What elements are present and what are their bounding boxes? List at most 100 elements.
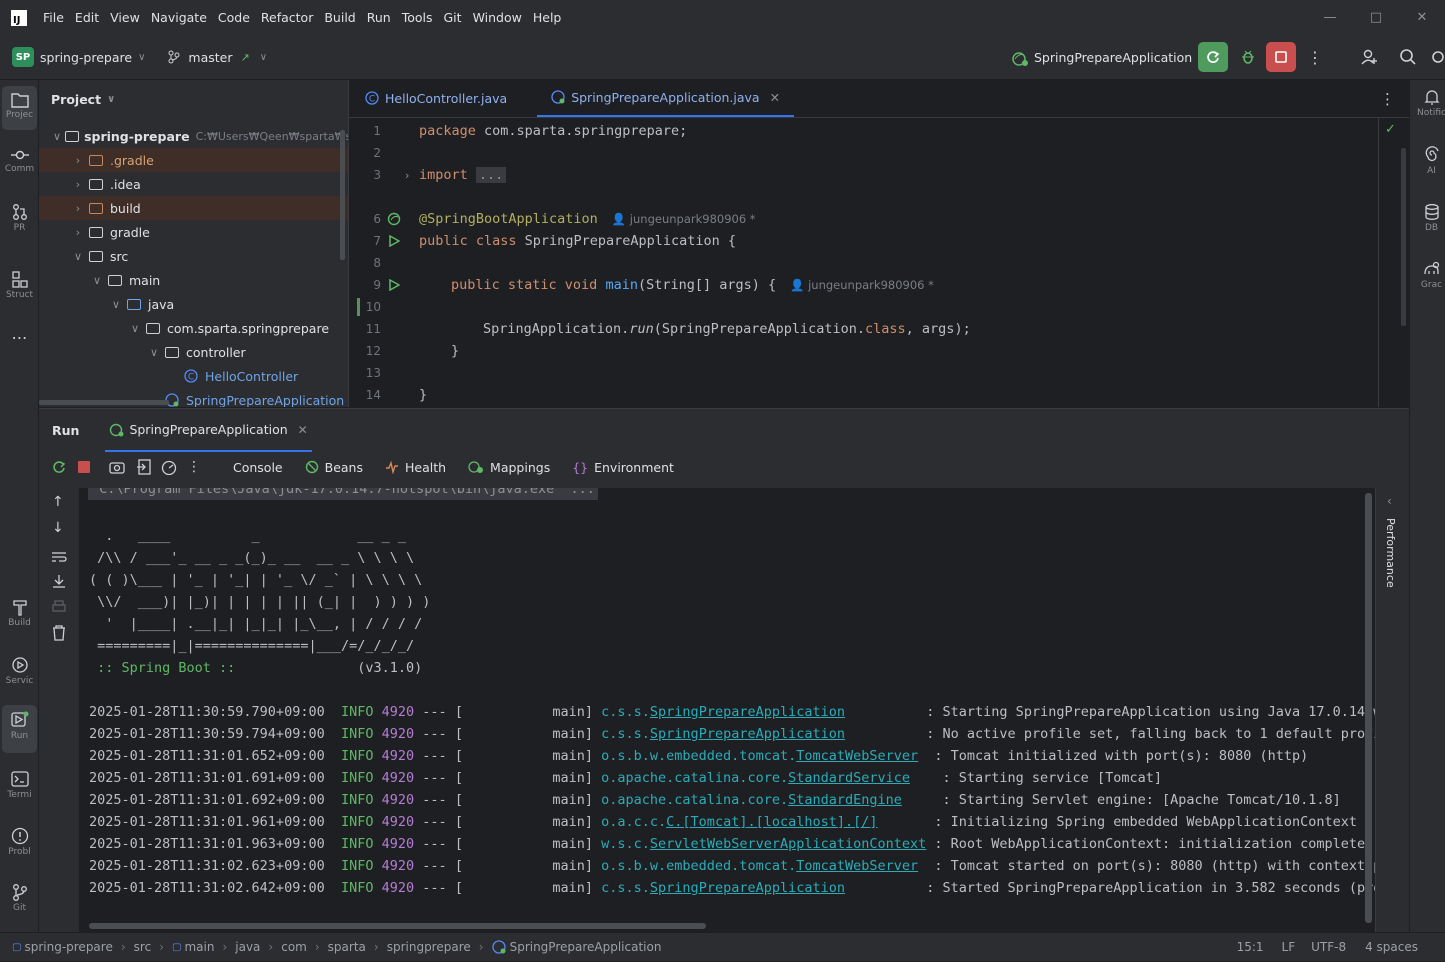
tree-item-root[interactable]: ∨ spring-prepare C:₩Users₩Qeen₩sparta₩sp… xyxy=(39,124,348,148)
dashboard-icon[interactable] xyxy=(161,459,177,475)
tab-health[interactable]: Health xyxy=(385,460,446,475)
tool-structure[interactable]: Struct xyxy=(2,270,37,300)
tool-notifications[interactable]: Notific xyxy=(1414,88,1445,118)
code-line[interactable]: 1 package com.sparta.springprepare; xyxy=(349,120,1389,142)
tree-item-package[interactable]: ∨ com.sparta.springprepare xyxy=(39,316,348,340)
project-name[interactable]: spring-prepare xyxy=(40,50,132,65)
exit-icon[interactable] xyxy=(136,459,152,475)
chevron-right-icon[interactable]: › xyxy=(71,154,85,167)
close-tab-icon[interactable]: ✕ xyxy=(298,423,308,437)
breadcrumb-item[interactable]: main xyxy=(184,940,214,954)
tab-options-icon[interactable]: ⋮ xyxy=(1380,90,1395,108)
code-line[interactable]: 13 xyxy=(349,362,1389,384)
stop-button[interactable] xyxy=(1266,42,1296,72)
tool-database[interactable]: DB xyxy=(1414,203,1445,233)
arrow-down-icon[interactable]: ↓ xyxy=(52,520,64,536)
menu-file[interactable]: File xyxy=(38,10,70,25)
more-tools-icon[interactable]: ⋯ xyxy=(2,328,37,347)
run-gutter-icon[interactable] xyxy=(388,235,400,247)
menu-build[interactable]: Build xyxy=(319,10,361,25)
tab-mappings[interactable]: Mappings xyxy=(468,460,550,475)
horizontal-scrollbar[interactable] xyxy=(39,400,169,405)
run-tab[interactable]: SpringPrepareApplication ✕ xyxy=(105,409,312,452)
tool-run[interactable]: Run xyxy=(2,705,37,753)
breadcrumb-item[interactable]: sparta xyxy=(328,940,366,954)
code-line[interactable]: 8 xyxy=(349,252,1389,274)
print-icon[interactable] xyxy=(51,600,67,614)
tool-terminal[interactable]: Termi xyxy=(2,770,37,800)
editor-scrollbar[interactable] xyxy=(1401,148,1406,326)
tab-environment[interactable]: {} Environment xyxy=(572,460,674,475)
tab-beans[interactable]: Beans xyxy=(305,460,363,475)
code-line[interactable]: 3 › import ... xyxy=(349,164,1389,186)
stop-icon[interactable] xyxy=(77,460,91,474)
chevron-down-icon[interactable]: ∨ xyxy=(90,274,104,287)
tool-gradle[interactable]: Grac xyxy=(1414,260,1445,290)
menu-code[interactable]: Code xyxy=(213,10,256,25)
chevron-right-icon[interactable]: › xyxy=(71,178,85,191)
minimize-icon[interactable]: — xyxy=(1307,10,1353,25)
breadcrumb-item[interactable]: src xyxy=(134,940,152,954)
breadcrumb-item[interactable]: springprepare xyxy=(387,940,471,954)
tree-item-build[interactable]: › build xyxy=(39,196,348,220)
tab-hellocontroller[interactable]: C HelloController.java xyxy=(351,79,521,117)
tool-problems[interactable]: Probl xyxy=(2,827,37,857)
menu-tools[interactable]: Tools xyxy=(397,10,439,25)
tool-pull-requests[interactable]: PR xyxy=(2,203,37,233)
tree-item-main[interactable]: ∨ main xyxy=(39,268,348,292)
menu-git[interactable]: Git xyxy=(439,10,468,25)
chevron-down-icon[interactable]: ∨ xyxy=(128,322,142,335)
code-line[interactable]: 9 public static void main(String[] args)… xyxy=(349,274,1389,296)
run-configuration-selector[interactable]: SpringPrepareApplication ∨ xyxy=(1010,35,1206,80)
chevron-down-icon[interactable]: ∨ xyxy=(138,52,145,63)
tree-item-src[interactable]: ∨ src xyxy=(39,244,348,268)
breadcrumb-item[interactable]: spring-prepare xyxy=(24,940,112,954)
console-horizontal-scrollbar[interactable] xyxy=(89,923,706,929)
code-line[interactable]: 2 xyxy=(349,142,1389,164)
chevron-left-icon[interactable]: ‹ xyxy=(1387,494,1392,508)
code-line[interactable]: 12 } xyxy=(349,340,1389,362)
menu-refactor[interactable]: Refactor xyxy=(256,10,319,25)
scroll-to-end-icon[interactable] xyxy=(51,574,67,588)
breadcrumb-item[interactable]: com xyxy=(281,940,307,954)
menu-window[interactable]: Window xyxy=(468,10,528,25)
arrow-up-icon[interactable]: ↑ xyxy=(52,494,64,510)
close-tab-icon[interactable]: ✕ xyxy=(770,90,780,105)
tab-console[interactable]: Console xyxy=(233,460,283,475)
project-panel-header[interactable]: Project ∨ xyxy=(39,80,348,118)
java-command-line[interactable]: "C:\Program Files\Java\jdk-17.0.14.7-hot… xyxy=(88,488,598,500)
chevron-down-icon[interactable]: ∨ xyxy=(71,250,85,263)
vertical-scrollbar[interactable] xyxy=(340,130,345,260)
tool-commit[interactable]: Comm xyxy=(2,148,37,174)
more-actions-icon[interactable]: ⋮ xyxy=(1300,42,1330,72)
more-actions-icon[interactable]: ⋮ xyxy=(187,459,201,475)
file-encoding[interactable]: UTF-8 xyxy=(1311,940,1346,954)
search-button[interactable] xyxy=(1393,42,1423,72)
branch-selector[interactable]: master ↗ ∨ xyxy=(167,50,267,65)
menu-navigate[interactable]: Navigate xyxy=(146,10,213,25)
add-user-button[interactable] xyxy=(1354,42,1384,72)
close-window-icon[interactable]: ✕ xyxy=(1399,10,1445,25)
trash-icon[interactable] xyxy=(51,625,67,641)
rerun-icon[interactable] xyxy=(51,459,67,475)
code-line[interactable]: 14 } xyxy=(349,384,1389,406)
fold-chevron-icon[interactable]: › xyxy=(405,169,409,182)
tool-build[interactable]: Build xyxy=(2,598,37,628)
tool-services[interactable]: Servic xyxy=(2,656,37,686)
spring-bean-gutter-icon[interactable] xyxy=(387,212,401,226)
tool-git[interactable]: Git xyxy=(2,883,37,913)
breadcrumb-item[interactable]: SpringPrepareApplication xyxy=(510,940,662,954)
code-line[interactable]: 10 xyxy=(349,296,1389,318)
chevron-down-icon[interactable]: ∨ xyxy=(109,298,123,311)
tool-ai[interactable]: AI xyxy=(1414,146,1445,176)
chevron-right-icon[interactable]: › xyxy=(71,226,85,239)
menu-view[interactable]: View xyxy=(105,10,146,25)
code-line[interactable]: 11 SpringApplication.run(SpringPrepareAp… xyxy=(349,318,1389,340)
console-output[interactable]: "C:\Program Files\Java\jdk-17.0.14.7-hot… xyxy=(79,488,1409,933)
tree-item-controller[interactable]: ∨ controller xyxy=(39,340,348,364)
chevron-down-icon[interactable]: ∨ xyxy=(53,130,61,143)
line-separator[interactable]: LF xyxy=(1282,940,1296,954)
no-problems-check-icon[interactable]: ✓ xyxy=(1385,122,1396,137)
code-line[interactable]: 7 public class SpringPrepareApplication … xyxy=(349,230,1389,252)
code-line[interactable]: 6 @SpringBootApplication 👤 jungeunpark980… xyxy=(349,208,1389,230)
